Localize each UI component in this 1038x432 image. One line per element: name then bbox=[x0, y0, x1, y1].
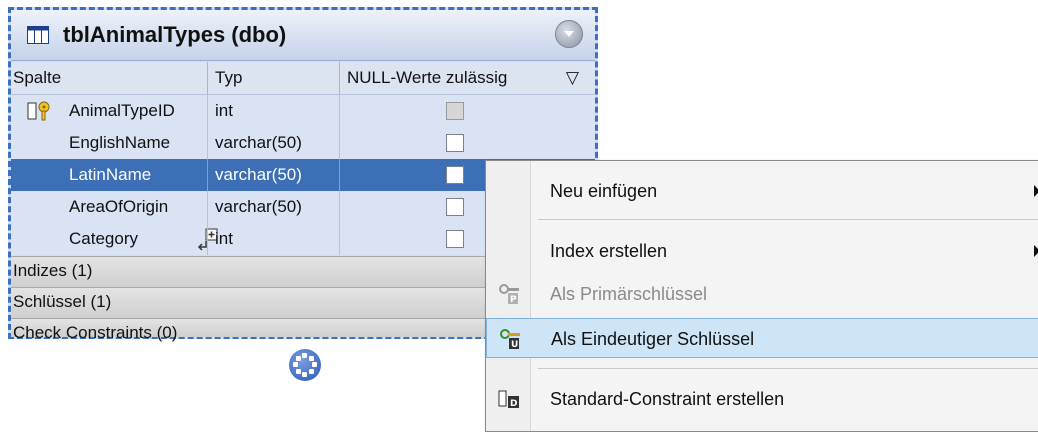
svg-text:P: P bbox=[510, 295, 517, 305]
unique-key-icon: U bbox=[500, 329, 520, 350]
column-name: AreaOfOrigin bbox=[69, 197, 169, 216]
column-type: varchar(50) bbox=[215, 197, 302, 216]
menu-separator bbox=[538, 368, 1038, 369]
menu-separator bbox=[538, 219, 1038, 220]
schluessel-label: Schlüssel (1) bbox=[13, 292, 112, 311]
menu-item-neu-einfuegen[interactable]: Neu einfügen bbox=[486, 171, 1038, 211]
menu-item-label: Als Primärschlüssel bbox=[550, 284, 708, 304]
table-icon bbox=[27, 26, 49, 44]
nullable-checkbox bbox=[446, 102, 464, 120]
submenu-arrow-icon bbox=[1034, 185, 1038, 197]
context-menu: Neu einfügen Index erstellen P Als Primä… bbox=[485, 160, 1038, 432]
menu-item-label: Neu einfügen bbox=[550, 181, 658, 201]
menu-item-index-erstellen[interactable]: Index erstellen bbox=[486, 231, 1038, 271]
table-header[interactable]: tblAnimalTypes (dbo) bbox=[11, 10, 595, 61]
column-name: AnimalTypeID bbox=[69, 101, 175, 120]
nullable-checkbox[interactable] bbox=[446, 230, 464, 248]
primary-key-icon: P bbox=[499, 284, 519, 305]
column-name: LatinName bbox=[69, 165, 152, 184]
column-type: varchar(50) bbox=[215, 133, 302, 152]
menu-item-label: Index erstellen bbox=[550, 241, 668, 261]
relation-connector-icon[interactable] bbox=[289, 349, 321, 381]
collapse-button[interactable] bbox=[555, 20, 583, 48]
primary-key-icon bbox=[27, 101, 50, 121]
check-constraints-label: Check Constraints (0) bbox=[13, 323, 178, 342]
menu-item-label: Als Eindeutiger Schlüssel bbox=[551, 329, 755, 349]
svg-text:U: U bbox=[511, 340, 518, 350]
menu-item-label: Standard-Constraint erstellen bbox=[550, 389, 785, 409]
column-type: int bbox=[215, 229, 233, 248]
nullable-checkbox[interactable] bbox=[446, 166, 464, 184]
submenu-arrow-icon bbox=[1034, 245, 1038, 257]
column-name: Category bbox=[69, 229, 138, 248]
table-title: tblAnimalTypes (dbo) bbox=[63, 22, 287, 47]
nullable-checkbox[interactable] bbox=[446, 198, 464, 216]
column-name: EnglishName bbox=[69, 133, 171, 152]
column-header-null[interactable]: NULL-Werte zulässig bbox=[347, 68, 507, 88]
menu-item-als-eindeutiger-schluessel[interactable]: U Als Eindeutiger Schlüssel bbox=[486, 318, 1038, 358]
nullable-checkbox[interactable] bbox=[446, 134, 464, 152]
column-header-typ[interactable]: Typ bbox=[215, 68, 242, 88]
menu-item-als-primaerschluessel[interactable]: P Als Primärschlüssel bbox=[486, 274, 1038, 314]
sort-icon[interactable]: ▽ bbox=[566, 68, 579, 88]
column-header-row: Spalte Typ NULL-Werte zulässig ▽ bbox=[11, 62, 595, 95]
column-header-spalte[interactable]: Spalte bbox=[13, 68, 61, 88]
table-row[interactable]: AnimalTypeID int bbox=[11, 95, 595, 127]
default-constraint-icon: D bbox=[498, 390, 519, 409]
column-type: varchar(50) bbox=[215, 165, 302, 184]
menu-item-standard-constraint[interactable]: D Standard-Constraint erstellen bbox=[486, 379, 1038, 419]
svg-text:D: D bbox=[510, 399, 517, 409]
indizes-label: Indizes (1) bbox=[13, 261, 93, 280]
column-type: int bbox=[215, 101, 233, 120]
table-row[interactable]: EnglishName varchar(50) bbox=[11, 127, 595, 159]
